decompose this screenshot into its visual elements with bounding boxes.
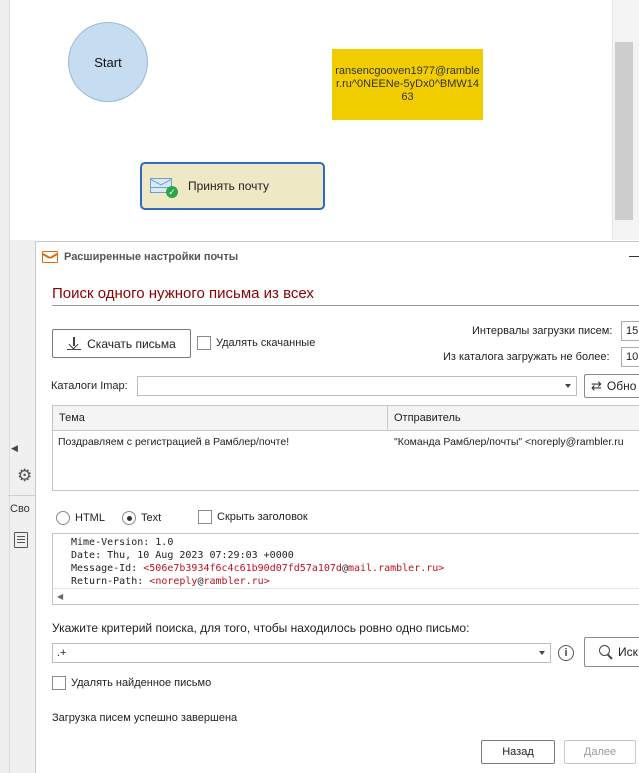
raw-domain: rambler.ru: [203, 576, 264, 587]
raw-domain: mail.rambler.ru: [347, 563, 439, 574]
refresh-button[interactable]: ⇄ Обно: [584, 374, 639, 398]
raw-bracket: >: [438, 563, 445, 574]
maxload-label: Из каталога загружать не более:: [443, 351, 610, 363]
raw-user: noreply: [155, 576, 198, 587]
status-text: Загрузка писем успешно завершена: [52, 712, 238, 724]
left-strip: [0, 0, 10, 773]
delete-downloaded-checkbox[interactable]: Удалять скачанные: [197, 336, 315, 350]
row-subject: Поздравляем с регистрацией в Рамблер/поч…: [58, 436, 290, 448]
heading-divider: [52, 305, 639, 306]
receive-mail-action-node[interactable]: ✓ Принять почту: [140, 162, 325, 210]
raw-horizontal-scrollbar[interactable]: ◀: [53, 588, 639, 604]
raw-line: Mime-Version: 1.0: [71, 537, 174, 548]
search-button-label: Иск: [618, 645, 638, 659]
back-button[interactable]: Назад: [481, 740, 555, 764]
gear-icon[interactable]: ⚙: [17, 466, 32, 486]
checkbox-box[interactable]: [198, 510, 212, 524]
chevron-down-icon[interactable]: [565, 384, 571, 388]
radio-text-label: Text: [141, 512, 162, 524]
raw-bracket: >: [263, 576, 270, 587]
action-node-label: Принять почту: [188, 179, 269, 193]
imap-folders-select[interactable]: [137, 376, 577, 396]
checkbox-box[interactable]: [197, 336, 211, 350]
raw-line: Message-Id: <506e7b3934f6c4c61b90d07fd57…: [71, 563, 444, 574]
maxload-input[interactable]: 10: [621, 347, 639, 367]
note-node[interactable]: ransencgooven1977@rambler.ru^0NEENe-5yDx…: [332, 49, 483, 120]
search-button[interactable]: Иск: [584, 637, 639, 667]
search-icon: [599, 645, 613, 659]
raw-key: Message-Id:: [71, 563, 144, 574]
delete-found-label: Удалять найденное письмо: [71, 677, 212, 689]
table-row[interactable]: Поздравляем с регистрацией в Рамблер/поч…: [53, 431, 639, 451]
interval-label: Интервалы загрузки писем:: [472, 325, 613, 337]
table-header: Тема Отправитель: [53, 406, 639, 431]
properties-list-icon[interactable]: [14, 532, 28, 548]
refresh-button-label: Обно: [606, 379, 637, 393]
hide-header-checkbox[interactable]: Скрыть заголовок: [198, 510, 308, 524]
mail-settings-dialog: Расширенные настройки почты Поиск одного…: [35, 241, 639, 773]
mail-icon: [42, 251, 58, 263]
delete-downloaded-label: Удалять скачанные: [216, 337, 316, 349]
download-mail-button[interactable]: Скачать письма: [52, 329, 191, 358]
column-header-sender[interactable]: Отправитель: [388, 406, 639, 430]
raw-key: Return-Path:: [71, 576, 150, 587]
minimize-icon[interactable]: [629, 256, 639, 257]
raw-line: Return-Path: <noreply@rambler.ru>: [71, 576, 270, 587]
radio-text-dot[interactable]: [122, 511, 136, 525]
canvas-scrollbar-thumb[interactable]: [615, 42, 633, 220]
checkbox-box[interactable]: [52, 676, 66, 690]
mail-success-icon: ✓: [150, 176, 178, 198]
raw-message-id: 506e7b3934f6c4c61b90d07fd57a107d: [149, 563, 342, 574]
criteria-input[interactable]: .+: [52, 643, 551, 663]
start-node-label: Start: [94, 54, 122, 70]
properties-tab[interactable]: Сво: [10, 503, 30, 515]
messages-table: Тема Отправитель Поздравляем с регистрац…: [52, 405, 639, 491]
radio-html-label: HTML: [75, 512, 105, 524]
note-node-text: ransencgooven1977@rambler.ru^0NEENe-5yDx…: [335, 65, 480, 103]
panel-divider: [8, 495, 38, 496]
next-button[interactable]: Далее: [564, 740, 636, 764]
start-node[interactable]: Start: [68, 22, 148, 102]
column-header-subject[interactable]: Тема: [53, 406, 388, 430]
delete-found-checkbox[interactable]: Удалять найденное письмо: [52, 676, 211, 690]
scroll-left-icon[interactable]: ◀: [57, 592, 63, 601]
info-icon[interactable]: i: [558, 645, 574, 661]
dialog-titlebar: Расширенные настройки почты: [36, 242, 639, 272]
radio-html-dot[interactable]: [56, 511, 70, 525]
hide-header-label: Скрыть заголовок: [217, 511, 308, 523]
criteria-value: .+: [57, 647, 67, 659]
collapse-left-icon[interactable]: ◀: [11, 443, 18, 454]
criteria-label: Укажите критерий поиска, для того, чтобы…: [52, 621, 470, 635]
row-sender: "Команда Рамблер/почты" <noreply@rambler…: [394, 436, 624, 448]
interval-input[interactable]: 15: [621, 321, 639, 341]
refresh-icon: ⇄: [591, 378, 602, 393]
dialog-heading: Поиск одного нужного письма из всех: [52, 285, 314, 302]
imap-folders-label: Каталоги Imap:: [51, 380, 128, 392]
radio-text[interactable]: Text: [122, 511, 161, 525]
raw-line: Date: Thu, 10 Aug 2023 07:29:03 +0000: [71, 550, 294, 561]
raw-message-view[interactable]: Mime-Version: 1.0 Date: Thu, 10 Aug 2023…: [52, 533, 639, 605]
chevron-down-icon[interactable]: [539, 651, 545, 655]
download-icon: [67, 336, 82, 351]
radio-html[interactable]: HTML: [56, 511, 105, 525]
dialog-title: Расширенные настройки почты: [64, 251, 239, 263]
download-mail-button-label: Скачать письма: [87, 336, 176, 351]
